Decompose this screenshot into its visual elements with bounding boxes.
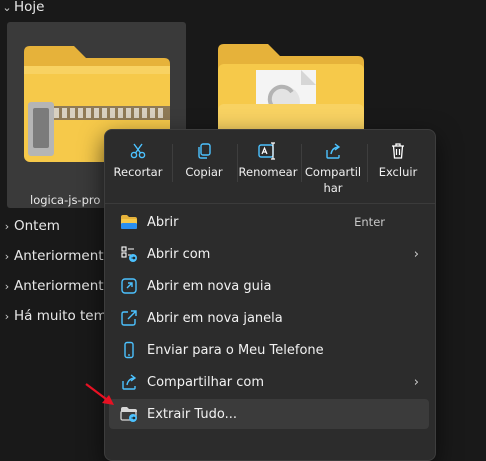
group-header-today[interactable]: ⌄ Hoje [0,0,44,18]
chevron-right-icon: › [4,249,10,263]
rename-icon [237,138,299,164]
menu-item-open-new-tab[interactable]: Abrir em nova guia [109,271,429,301]
chevron-down-icon: ⌄ [2,0,12,14]
open-with-icon [111,245,147,263]
share-label: Compartil har [304,165,362,195]
menu-item-label: Compartilhar com [147,374,265,390]
menu-item-label: Abrir em nova guia [147,278,272,294]
group-label: Há muito tem [14,308,107,324]
group-header-long-ago[interactable]: › Há muito tem [0,305,107,327]
share-button[interactable]: Compartil har [302,138,364,200]
file-name-label: logica-js-pro [30,193,101,207]
copy-icon [173,138,235,164]
delete-label: Excluir [378,165,418,179]
rename-button[interactable]: Renomear [237,138,299,200]
menu-item-label: Extrair Tudo... [147,406,237,422]
menu-item-label: Enviar para o Meu Telefone [147,342,324,358]
group-header-earlier-2[interactable]: › Anteriorment [0,275,104,297]
chevron-right-icon: › [4,219,10,233]
group-label: Anteriorment [14,278,104,294]
menu-item-label: Abrir em nova janela [147,310,283,326]
group-label: Ontem [14,218,60,234]
copy-label: Copiar [185,165,223,179]
menu-item-label: Abrir [147,214,179,230]
command-bar: Recortar Copiar Renomear Compartil har E… [105,130,435,202]
chevron-right-icon: › [413,374,419,390]
folder-icon [111,214,147,230]
new-window-icon [111,309,147,327]
menu-item-send-to-phone[interactable]: Enviar para o Meu Telefone [109,335,429,365]
group-label: Anteriorment [14,248,104,264]
menu-separator [105,203,435,204]
group-header-earlier-1[interactable]: › Anteriorment [0,245,104,267]
new-tab-icon [111,277,147,295]
menu-item-extract-all[interactable]: Extrair Tudo... [109,399,429,429]
scissors-icon [107,138,169,164]
share-icon [302,138,364,164]
context-menu: Recortar Copiar Renomear Compartil har E… [104,129,436,461]
delete-button[interactable]: Excluir [367,138,429,200]
annotation-arrow-icon [85,383,114,405]
menu-item-open-with[interactable]: Abrir com › [109,239,429,269]
group-header-yesterday[interactable]: › Ontem [0,215,60,237]
group-label: Hoje [14,0,45,15]
rename-label: Renomear [238,165,298,179]
phone-icon [111,341,147,359]
copy-button[interactable]: Copiar [173,138,235,200]
chevron-right-icon: › [4,279,10,293]
chevron-right-icon: › [413,246,419,262]
menu-item-label: Abrir com [147,246,211,262]
menu-item-share-with[interactable]: Compartilhar com › [109,367,429,397]
menu-item-open[interactable]: Abrir Enter [109,207,429,237]
cut-label: Recortar [113,165,163,179]
chevron-right-icon: › [4,309,10,323]
trash-icon [367,138,429,164]
cut-button[interactable]: Recortar [107,138,169,200]
shortcut-label: Enter [354,215,385,229]
menu-item-open-new-window[interactable]: Abrir em nova janela [109,303,429,333]
folder-with-document-icon[interactable] [216,40,366,135]
